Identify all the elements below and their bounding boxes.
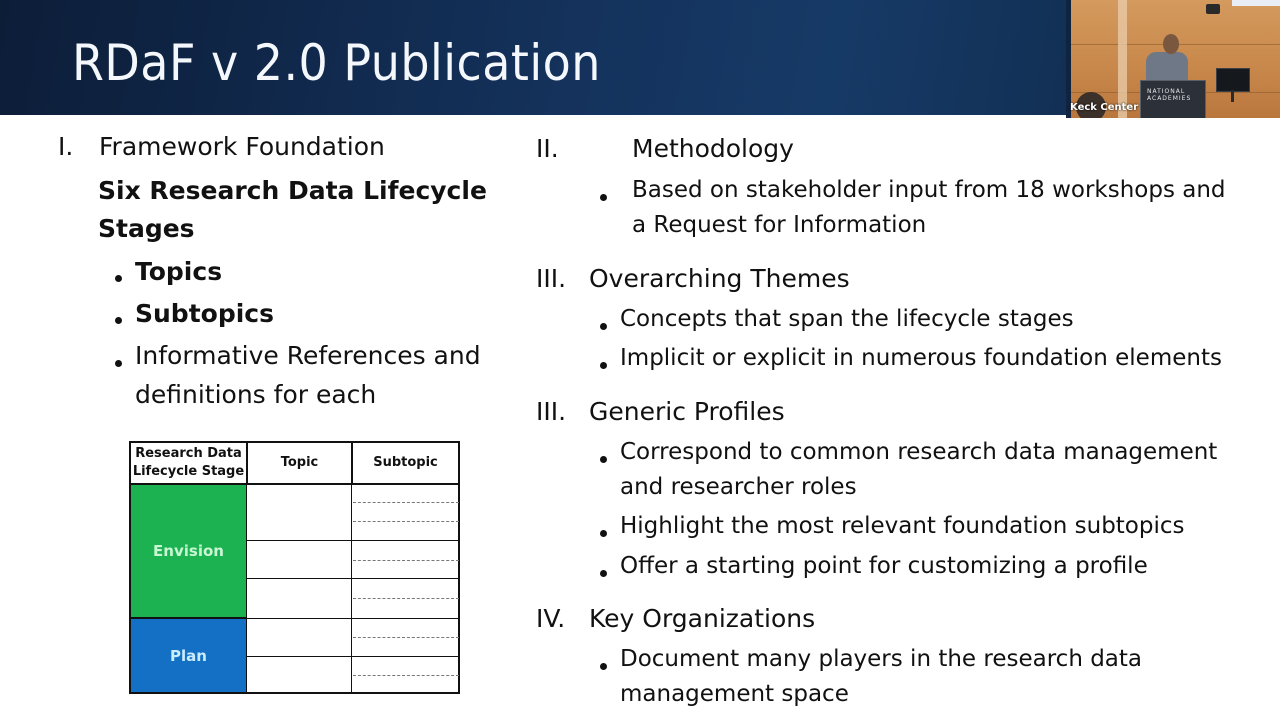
slide-title: RDaF v 2.0 Publication [72,34,601,92]
bullet-dot [600,663,607,670]
section-ii-number: II. [536,134,559,163]
podium-logo-text: NATIONAL ACADEMIES [1147,88,1192,102]
table-header-stage: Research Data Lifecycle Stage [129,441,248,485]
bullet-subtopics: Subtopics [135,299,274,328]
camera-icon [1206,4,1220,14]
table-header-stage-line2: Lifecycle Stage [132,464,245,479]
monitor-stand [1231,90,1234,102]
lifecycle-table: Research Data Lifecycle Stage Topic Subt… [129,441,460,694]
video-location-caption: Keck Center [1070,102,1139,113]
methodology-bullet-line2: a Request for Information [632,212,927,238]
profiles-bullet-3: Offer a starting point for customizing a… [620,553,1148,579]
bullet-dot [600,530,607,537]
bullet-dot [115,317,122,324]
subtopic-divider [353,560,459,561]
bullet-dot [600,323,607,330]
orgs-bullet-line2: management space [620,681,849,707]
topic-cell [247,656,352,694]
themes-bullet-1: Concepts that span the lifecycle stages [620,306,1074,332]
section-i-number: I. [58,132,74,161]
section-i-title: Framework Foundation [99,132,385,161]
section-iii-number: III. [536,264,567,293]
subtopic-cell [351,484,460,541]
section-iii-b-number: III. [536,397,567,426]
profiles-bullet-2: Highlight the most relevant foundation s… [620,513,1185,539]
video-border [1066,0,1071,118]
stage-cell-envision: Envision [129,483,248,619]
subtopic-divider [353,675,459,676]
table-header-subtopic: Subtopic [351,441,460,485]
profiles-bullet-1-line2: and researcher roles [620,474,857,500]
section-iii-title: Overarching Themes [589,264,850,293]
table-header-topic: Topic [246,441,353,485]
section-iv-number: IV. [536,604,566,633]
stage-cell-plan: Plan [129,617,248,694]
subtopic-divider [353,502,459,503]
topic-cell [247,618,352,657]
projection-screen-edge [1232,0,1280,6]
section-iv-title: Key Organizations [589,604,816,633]
profiles-bullet-1-line1: Correspond to common research data manag… [620,439,1218,465]
bullet-dot [115,275,122,282]
bullet-references-line2: definitions for each [135,380,377,409]
speaker-body [1146,52,1188,82]
themes-bullet-2: Implicit or explicit in numerous foundat… [620,345,1222,371]
monitor-icon [1216,68,1250,92]
topic-cell [247,484,352,541]
section-iii-b-title: Generic Profiles [589,397,785,426]
subtopic-divider [353,521,459,522]
subtopic-divider [353,598,459,599]
speaker-head [1163,34,1179,54]
video-pillar [1118,0,1127,118]
bullet-dot [600,194,607,201]
lifecycle-heading-line1: Six Research Data Lifecycle [98,176,487,205]
podium: NATIONAL ACADEMIES [1140,80,1206,118]
bullet-dot [115,360,122,367]
speaker-video-inset: NATIONAL ACADEMIES Keck Center [1066,0,1280,118]
topic-cell [247,578,352,619]
bullet-dot [600,362,607,369]
bullet-references-line1: Informative References and [135,341,481,370]
bullet-dot [600,570,607,577]
bullet-dot [600,456,607,463]
lifecycle-heading-line2: Stages [98,214,195,243]
orgs-bullet-line1: Document many players in the research da… [620,646,1143,672]
section-ii-title: Methodology [632,134,794,163]
methodology-bullet-line1: Based on stakeholder input from 18 works… [632,177,1226,203]
bullet-topics: Topics [135,257,223,286]
table-header-stage-line1: Research Data [135,446,242,461]
subtopic-divider [353,637,459,638]
topic-cell [247,540,352,579]
